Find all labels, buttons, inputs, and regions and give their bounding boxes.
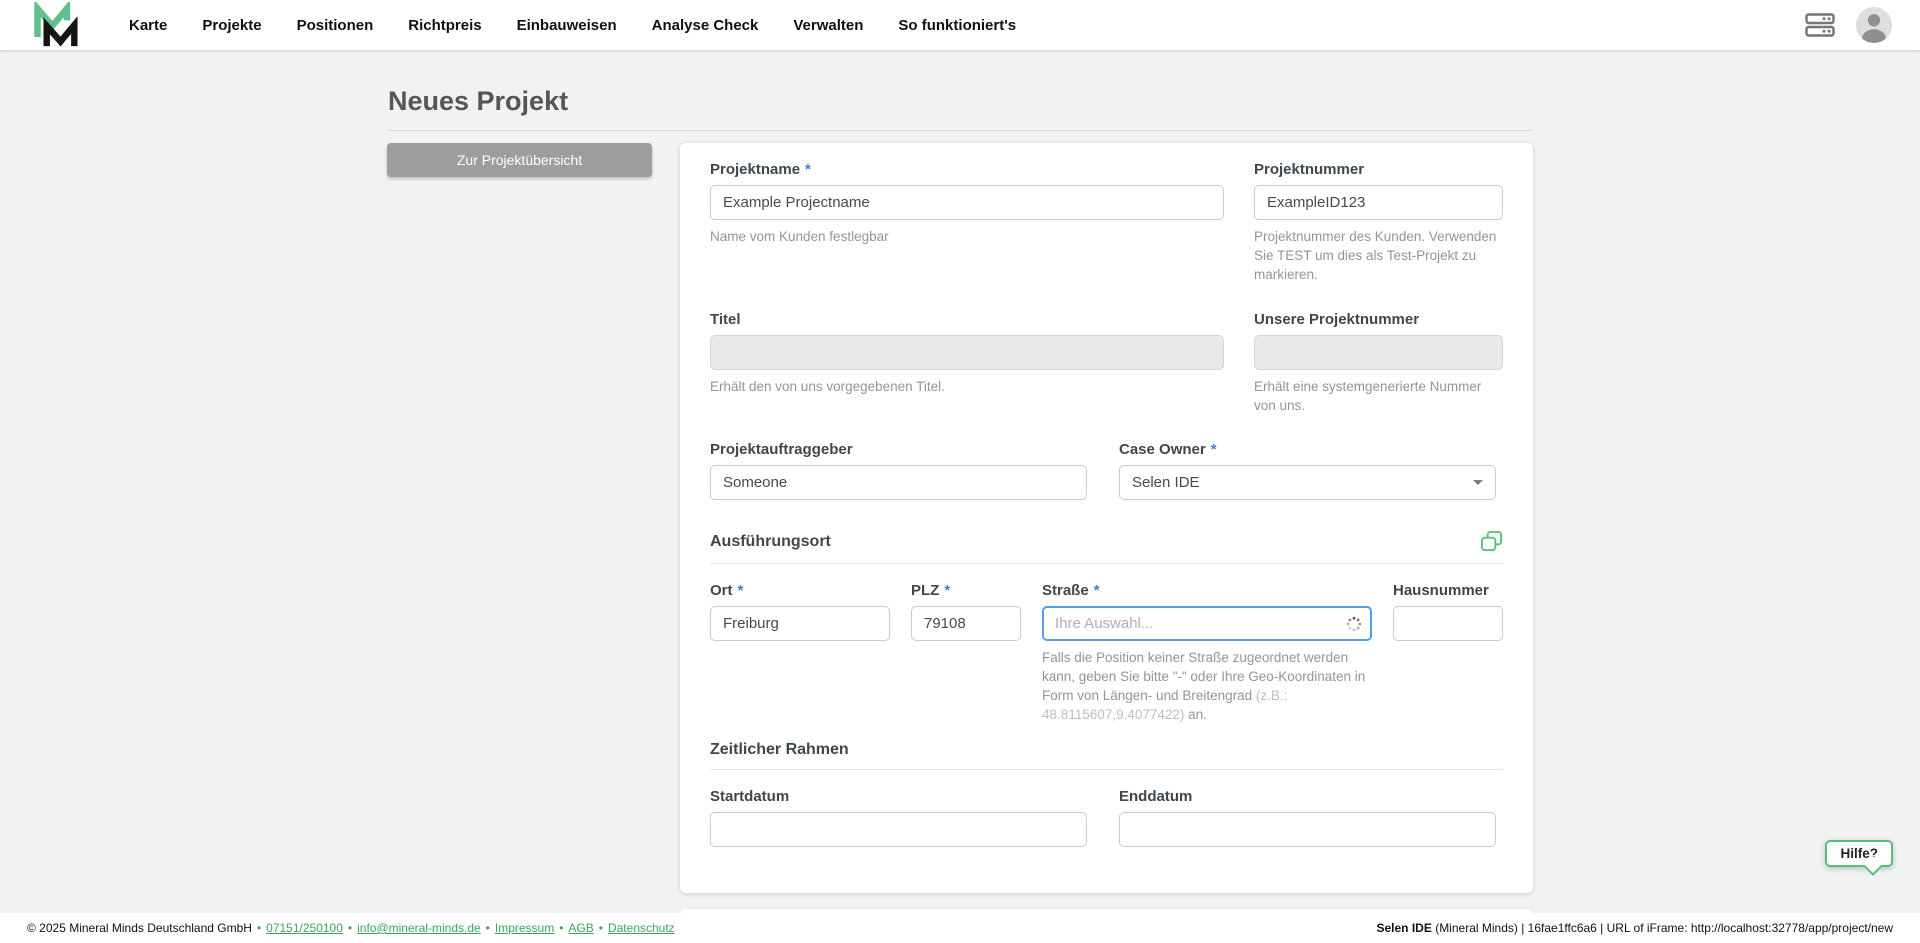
- hausnummer-input[interactable]: [1393, 606, 1503, 641]
- nav-item-projekte[interactable]: Projekte: [202, 17, 261, 34]
- projektname-input[interactable]: [710, 185, 1224, 220]
- new-project-form-card: Projektname * Name vom Kunden festlegbar…: [680, 143, 1533, 893]
- field-hausnummer: Hausnummer: [1393, 582, 1503, 725]
- strasse-input[interactable]: [1042, 606, 1372, 641]
- ort-input[interactable]: [710, 606, 890, 641]
- field-projektnummer: Projektnummer Projektnummer des Kunden. …: [1254, 161, 1503, 285]
- top-navbar: Karte Projekte Positionen Richtpreis Ein…: [0, 0, 1920, 50]
- unsere-projektnummer-input: [1254, 335, 1503, 370]
- case-owner-label: Case Owner: [1119, 441, 1206, 458]
- title-divider: [387, 130, 1533, 131]
- projektname-label: Projektname: [710, 161, 800, 178]
- footer: © 2025 Mineral Minds Deutschland GmbH • …: [0, 913, 1920, 943]
- projektnummer-input[interactable]: [1254, 185, 1503, 220]
- required-asterisk: *: [805, 161, 811, 178]
- field-startdatum: Startdatum: [710, 788, 1087, 847]
- topbar-right: [1805, 6, 1893, 44]
- nav-item-richtpreis[interactable]: Richtpreis: [408, 17, 481, 34]
- startdatum-input[interactable]: [710, 812, 1087, 847]
- zeitlicher-rahmen-heading: Zeitlicher Rahmen: [710, 741, 849, 759]
- email-link[interactable]: info@mineral-minds.de: [357, 921, 481, 935]
- titel-input: [710, 335, 1224, 370]
- nav-item-positionen[interactable]: Positionen: [297, 17, 374, 34]
- main-nav: Karte Projekte Positionen Richtpreis Ein…: [129, 17, 1016, 34]
- impressum-link[interactable]: Impressum: [495, 921, 554, 935]
- nav-item-einbauweisen[interactable]: Einbauweisen: [517, 17, 617, 34]
- ausfuehrungsort-heading: Ausführungsort: [710, 533, 831, 551]
- section-divider: [710, 563, 1503, 564]
- nav-item-so-funktionierts[interactable]: So funktioniert's: [898, 17, 1016, 34]
- projektnummer-helper: Projektnummer des Kunden. Verwenden Sie …: [1254, 228, 1503, 285]
- agb-link[interactable]: AGB: [568, 921, 593, 935]
- phone-link[interactable]: 07151/250100: [266, 921, 343, 935]
- startdatum-label: Startdatum: [710, 788, 789, 805]
- nav-item-karte[interactable]: Karte: [129, 17, 167, 34]
- unsere-projektnummer-label: Unsere Projektnummer: [1254, 311, 1419, 328]
- projektauftraggeber-label: Projektauftraggeber: [710, 441, 853, 458]
- loading-spinner-icon: [1346, 616, 1362, 632]
- strasse-helper: Falls die Position keiner Straße zugeord…: [1042, 649, 1372, 725]
- field-plz: PLZ *: [911, 582, 1021, 725]
- field-ort: Ort *: [710, 582, 890, 725]
- user-avatar[interactable]: [1855, 6, 1893, 44]
- case-owner-selected-value: Selen IDE: [1132, 474, 1200, 491]
- session-info: Selen IDE (Mineral Minds) | 16fae1ffc6a6…: [1377, 921, 1894, 935]
- page-title: Neues Projekt: [388, 86, 1533, 117]
- field-projektname: Projektname * Name vom Kunden festlegbar: [710, 161, 1224, 285]
- main-area: Neues Projekt Zur Projektübersicht Proje…: [0, 50, 1920, 913]
- unsere-projektnummer-helper: Erhält eine systemgenerierte Nummer von …: [1254, 378, 1503, 416]
- field-unsere-projektnummer: Unsere Projektnummer Erhält eine systemg…: [1254, 311, 1503, 416]
- field-projektauftraggeber: Projektauftraggeber: [710, 441, 1087, 500]
- required-asterisk: *: [738, 582, 744, 599]
- projektauftraggeber-input[interactable]: [710, 465, 1087, 500]
- projektname-helper: Name vom Kunden festlegbar: [710, 228, 1224, 247]
- case-owner-select[interactable]: Selen IDE: [1119, 465, 1496, 500]
- field-strasse: Straße *: [1042, 582, 1372, 725]
- plz-input[interactable]: [911, 606, 1021, 641]
- mineral-minds-logo[interactable]: [27, 2, 83, 48]
- nav-item-analyse-check[interactable]: Analyse Check: [652, 17, 759, 34]
- enddatum-input[interactable]: [1119, 812, 1496, 847]
- enddatum-label: Enddatum: [1119, 788, 1192, 805]
- field-case-owner: Case Owner * Selen IDE: [1119, 441, 1496, 500]
- chevron-down-icon: [1473, 480, 1483, 485]
- required-asterisk: *: [944, 582, 950, 599]
- section-divider: [710, 769, 1503, 770]
- logo-icon: [27, 2, 83, 48]
- plz-label: PLZ: [911, 582, 939, 599]
- field-enddatum: Enddatum: [1119, 788, 1496, 847]
- required-asterisk: *: [1211, 441, 1217, 458]
- hausnummer-label: Hausnummer: [1393, 582, 1489, 599]
- titel-helper: Erhält den von uns vorgegebenen Titel.: [710, 378, 1224, 397]
- copyright-text: © 2025 Mineral Minds Deutschland GmbH: [27, 921, 252, 935]
- hilfe-button[interactable]: Hilfe?: [1825, 840, 1893, 867]
- nav-item-verwalten[interactable]: Verwalten: [793, 17, 863, 34]
- titel-label: Titel: [710, 311, 741, 328]
- zur-projektuebersicht-button[interactable]: Zur Projektübersicht: [387, 143, 652, 177]
- field-titel: Titel Erhält den von uns vorgegebenen Ti…: [710, 311, 1224, 416]
- strasse-label: Straße: [1042, 582, 1089, 599]
- copy-location-icon[interactable]: [1480, 530, 1503, 553]
- ort-label: Ort: [710, 582, 733, 599]
- required-asterisk: *: [1094, 582, 1100, 599]
- server-list-icon[interactable]: [1805, 13, 1835, 37]
- datenschutz-link[interactable]: Datenschutz: [608, 921, 675, 935]
- projektnummer-label: Projektnummer: [1254, 161, 1364, 178]
